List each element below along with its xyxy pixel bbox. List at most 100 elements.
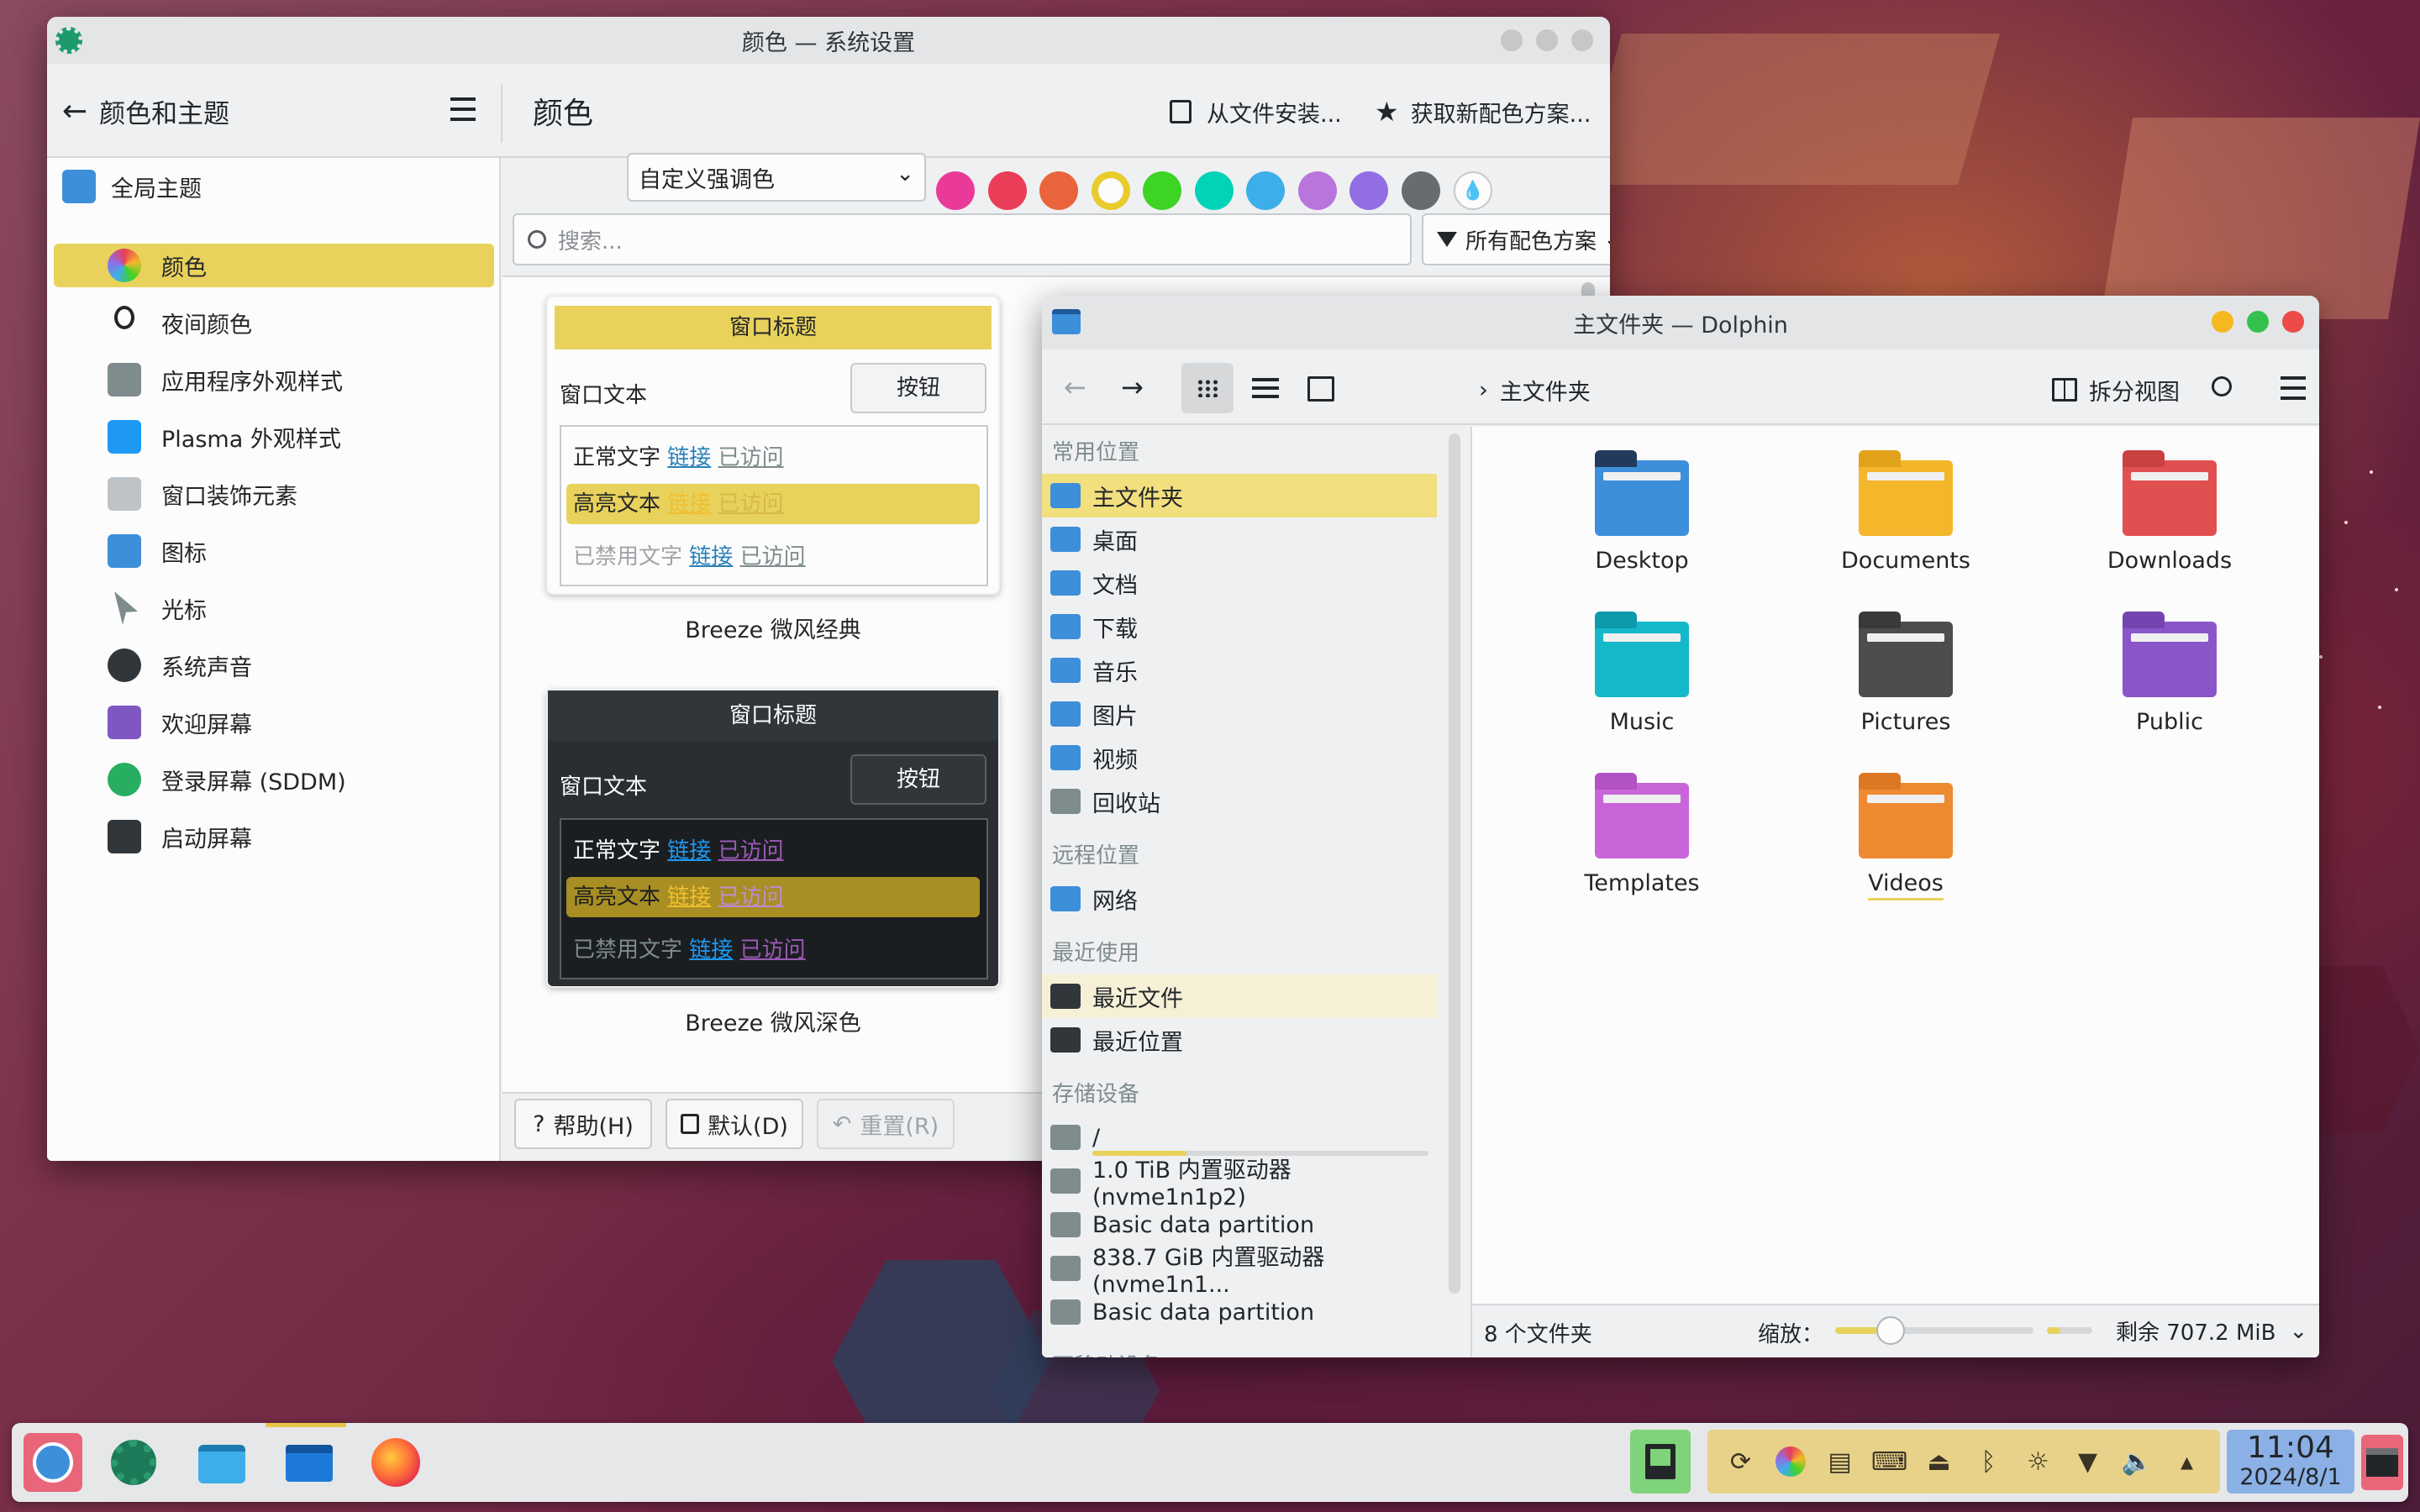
reset-button[interactable]: ↶ 重置(R) — [817, 1099, 955, 1149]
sync-icon[interactable]: ⟳ — [1726, 1446, 1756, 1477]
details-view-button[interactable] — [1252, 378, 1279, 398]
accent-swatch-1[interactable] — [987, 171, 1027, 210]
tree-view-button[interactable] — [1307, 376, 1334, 402]
accent-swatch-8[interactable] — [1349, 171, 1388, 210]
help-button[interactable]: ? 帮助(H) — [514, 1099, 652, 1149]
maximize-button[interactable] — [1536, 29, 1558, 51]
scheme-preview-breeze-classic[interactable]: 窗口标题 窗口文本 按钮 正常文字 链接 已访问 高亮文本 链接 已访问 已禁用… — [546, 296, 1000, 595]
sidebar-item-11[interactable]: 启动屏幕 — [54, 815, 494, 858]
install-from-file-button[interactable]: 从文件安装... — [1170, 92, 1342, 131]
places-item[interactable]: 838.7 GiB 内置驱动器 (nvme1n1... — [1042, 1245, 1437, 1298]
search-input[interactable]: 搜索... — [513, 213, 1412, 265]
places-item[interactable]: 下载 — [1042, 605, 1437, 648]
custom-color-button[interactable]: 💧 — [1454, 171, 1492, 210]
places-item[interactable]: 最近位置 — [1042, 1018, 1437, 1062]
accent-swatch-3[interactable] — [1091, 171, 1130, 210]
sidebar-item-1[interactable]: 颜色 — [54, 244, 494, 287]
get-new-schemes-button[interactable]: ★ 获取新配色方案... — [1375, 92, 1591, 131]
folder-item[interactable]: Music — [1558, 612, 1726, 735]
zoom-slider[interactable] — [1835, 1316, 2033, 1345]
folder-item[interactable]: Desktop — [1558, 450, 1726, 574]
settings-sidebar: 全局主题颜色夜间颜色应用程序外观样式 Plasma 外观样式 窗口装饰元素 图标光标系… — [47, 158, 501, 1161]
accent-color-select[interactable]: 自定义强调色 ⌄ — [627, 153, 926, 202]
firefox-icon[interactable] — [371, 1438, 420, 1487]
sidebar-item-10[interactable]: 登录屏幕 (SDDM) — [54, 758, 494, 801]
bluetooth-icon[interactable]: ᛒ — [1974, 1446, 2004, 1477]
sidebar-item-4[interactable]: Plasma 外观样式 — [54, 415, 494, 459]
folder-item[interactable]: Documents — [1822, 450, 1990, 574]
color-picker-tray-icon[interactable] — [1775, 1446, 1806, 1477]
sidebar-item-7[interactable]: 光标 — [54, 586, 494, 630]
login-icon — [108, 763, 141, 796]
clock[interactable]: 11:04 2024/8/1 — [2227, 1430, 2354, 1494]
accent-swatch-9[interactable] — [1401, 171, 1440, 210]
volume-icon[interactable]: 🔈 — [2122, 1446, 2153, 1477]
wifi-icon[interactable]: ▼ — [2073, 1446, 2103, 1477]
folder-item[interactable]: Public — [2086, 612, 2254, 735]
folder-item[interactable]: Videos — [1822, 773, 1990, 900]
sidebar-item-9[interactable]: 欢迎屏幕 — [54, 701, 494, 744]
places-item[interactable]: 回收站 — [1042, 780, 1437, 823]
sidebar-item-8[interactable]: 系统声音 — [54, 643, 494, 687]
sidebar-item-6[interactable]: 图标 — [54, 529, 494, 573]
back-button[interactable]: ← 颜色和主题 — [62, 87, 229, 134]
places-item[interactable]: Basic data partition — [1042, 1290, 1437, 1334]
clock-date: 2024/8/1 — [2239, 1464, 2342, 1490]
places-item[interactable]: 视频 — [1042, 736, 1437, 780]
places-scrollbar[interactable] — [1449, 433, 1460, 1294]
folder-item[interactable]: Downloads — [2086, 450, 2254, 574]
places-item[interactable]: 主文件夹 — [1042, 474, 1437, 517]
hamburger-menu-icon[interactable] — [450, 97, 476, 121]
scheme-preview-breeze-dark[interactable]: 窗口标题 窗口文本 按钮 正常文字 链接 已访问 高亮文本 链接 已访问 已禁用… — [546, 689, 1000, 988]
folder-item[interactable]: Pictures — [1822, 612, 1990, 735]
defaults-button[interactable]: 默认(D) — [666, 1099, 803, 1149]
forward-nav-button[interactable]: → — [1121, 371, 1144, 403]
maximize-button[interactable] — [2247, 311, 2269, 333]
places-item[interactable]: 音乐 — [1042, 648, 1437, 692]
icons-view-button[interactable] — [1181, 363, 1234, 413]
minimize-button[interactable] — [2212, 311, 2233, 333]
folder-item[interactable]: Templates — [1558, 773, 1726, 896]
tray-expand-icon[interactable]: ▴ — [2172, 1446, 2202, 1477]
brightness-icon[interactable]: ☼ — [2023, 1446, 2054, 1477]
close-button[interactable] — [2282, 311, 2304, 333]
places-item[interactable]: 最近文件 — [1042, 974, 1437, 1018]
discover-icon[interactable] — [198, 1445, 245, 1483]
places-item[interactable]: 1.0 TiB 内置驱动器 (nvme1n1p2) — [1042, 1158, 1437, 1210]
free-space-label[interactable]: 剩余 707.2 MiB ⌄ — [2116, 1315, 2307, 1347]
accent-swatch-7[interactable] — [1297, 171, 1337, 210]
dolphin-titlebar[interactable]: 主文件夹 — Dolphin — [1042, 296, 2319, 349]
close-button[interactable] — [1571, 29, 1593, 51]
accent-swatch-0[interactable] — [936, 171, 975, 210]
accent-swatch-4[interactable] — [1143, 171, 1181, 210]
eject-icon[interactable]: ⏏ — [1924, 1446, 1954, 1477]
minimize-button[interactable] — [1501, 29, 1523, 51]
places-item[interactable]: 图片 — [1042, 692, 1437, 736]
system-settings-icon[interactable] — [111, 1440, 156, 1485]
places-item[interactable]: 文档 — [1042, 561, 1437, 605]
back-nav-button[interactable]: ← — [1064, 371, 1086, 403]
hamburger-menu-icon[interactable] — [2281, 376, 2306, 400]
sidebar-item-0[interactable]: 全局主题 — [52, 158, 492, 215]
search-button[interactable] — [2212, 376, 2232, 396]
notes-icon[interactable]: ▤ — [1825, 1446, 1855, 1477]
split-view-button[interactable]: 拆分视图 — [2052, 371, 2180, 408]
accent-swatch-2[interactable] — [1039, 171, 1078, 210]
accent-swatch-5[interactable] — [1194, 171, 1234, 210]
folder-icon — [1595, 450, 1689, 536]
sidebar-item-3[interactable]: 应用程序外观样式 — [54, 358, 494, 402]
dolphin-icon[interactable] — [286, 1445, 333, 1482]
breadcrumb[interactable]: › 主文件夹 — [1479, 371, 1591, 408]
accent-swatch-6[interactable] — [1246, 171, 1285, 210]
launcher-icon[interactable] — [24, 1433, 82, 1492]
zoom-slider-handle[interactable] — [1876, 1316, 1906, 1345]
sidebar-item-2[interactable]: 夜间颜色 — [54, 301, 494, 344]
settings-titlebar[interactable]: 颜色 — 系统设置 — [47, 17, 1610, 64]
sidebar-item-5[interactable]: 窗口装饰元素 — [54, 472, 494, 516]
clipboard-widget[interactable] — [1630, 1430, 1691, 1494]
show-desktop-icon[interactable] — [2361, 1435, 2403, 1490]
keyboard-icon[interactable]: ⌨ — [1871, 1446, 1907, 1477]
places-item[interactable]: 网络 — [1042, 877, 1437, 921]
scheme-filter-button[interactable]: 所有配色方案 ⌄ — [1422, 213, 1610, 265]
places-item[interactable]: 桌面 — [1042, 517, 1437, 561]
